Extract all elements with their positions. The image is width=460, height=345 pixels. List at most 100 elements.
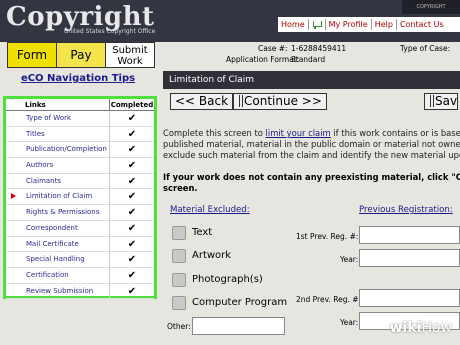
heading-colon: : (449, 205, 453, 215)
first-prev-reg-input[interactable] (359, 226, 460, 244)
photographs-checkbox-label: Photograph(s) (192, 274, 263, 285)
nav-divider (307, 19, 309, 30)
step-submit-work[interactable]: Submit Work (106, 43, 154, 67)
current-page-arrow-icon (11, 193, 18, 200)
text-checkbox[interactable] (172, 226, 186, 240)
link-titles[interactable]: Titles (6, 127, 109, 142)
link-row-type-of-work: Type of Work ✔ (6, 111, 154, 127)
link-correspondent[interactable]: Correspondent (6, 221, 109, 236)
step-pay[interactable]: Pay (57, 43, 106, 67)
checkmark-icon: ✔ (109, 252, 154, 267)
material-excluded-link[interactable]: Material Excluded (170, 205, 247, 215)
case-info: Case #: 1-6288459411 Type of Case: Appli… (200, 44, 460, 68)
button-divider-icon (239, 95, 243, 107)
back-button-label: << Back (175, 94, 229, 108)
button-divider-icon (430, 95, 434, 107)
link-row-limitation-of-claim: Limitation of Claim ✔ (6, 189, 154, 206)
top-nav: Home My Profile Help Contact Us (278, 17, 460, 32)
heading-colon: : (246, 205, 250, 215)
checkmark-icon: ✔ (109, 173, 154, 189)
photographs-checkbox[interactable] (172, 273, 186, 287)
intro-text-part: Complete this screen to (163, 128, 266, 138)
continue-button[interactable]: Continue >> (233, 93, 327, 110)
process-steps: Form Pay Submit Work (7, 42, 155, 68)
checkmark-icon: ✔ (109, 267, 154, 283)
limit-your-claim-link[interactable]: limit your claim (266, 128, 331, 138)
case-number-value: 1-6288459411 (291, 44, 347, 53)
link-row-publication-completion: Publication/Completion ✔ (6, 142, 154, 159)
link-authors[interactable]: Authors (6, 158, 109, 173)
copyright-logo[interactable]: Copyright United States Copyright Office (6, 2, 166, 40)
application-format-label: Application Format: (226, 55, 300, 64)
artwork-checkbox-label: Artwork (192, 250, 232, 261)
site-header: Copyright United States Copyright Office… (0, 0, 460, 42)
continue-button-label: Continue >> (244, 94, 322, 108)
checkmark-icon: ✔ (109, 205, 154, 220)
first-year-input[interactable] (359, 249, 460, 267)
other-label: Other: (167, 322, 191, 331)
link-review-submission[interactable]: Review Submission (6, 284, 109, 299)
intro-line-3: exclude such material from the claim and… (163, 150, 460, 160)
checkmark-icon: ✔ (109, 236, 154, 252)
links-column-header: Links (25, 101, 46, 109)
text-checkbox-label: Text (192, 227, 213, 238)
application-format-value: Standard (291, 55, 326, 64)
save-button[interactable]: Sav (424, 93, 459, 110)
intro-text-part: if this work contains or is based (330, 128, 460, 138)
checkmark-icon: ✔ (109, 158, 154, 173)
link-rights-permissions[interactable]: Rights & Permissions (6, 205, 109, 220)
checkmark-icon: ✔ (109, 220, 154, 236)
link-row-special-handling: Special Handling ✔ (6, 252, 154, 268)
case-number-label: Case #: (258, 44, 288, 53)
link-certification[interactable]: Certification (6, 268, 109, 283)
note-line-2: screen. (163, 183, 198, 193)
first-prev-reg-label: 1st Prev. Reg. #: (296, 232, 359, 241)
second-prev-reg-label: 2nd Prev. Reg. #: (296, 295, 362, 304)
checkmark-icon: ✔ (109, 111, 154, 126)
cart-icon[interactable] (312, 20, 322, 29)
link-type-of-work[interactable]: Type of Work (6, 111, 109, 126)
link-limitation-of-claim[interactable]: Limitation of Claim (6, 189, 109, 204)
step-form[interactable]: Form (8, 43, 57, 67)
previous-registration-link[interactable]: Previous Registration (359, 205, 450, 215)
nav-contact-us-link[interactable]: Contact Us (397, 20, 447, 29)
checkmark-icon: ✔ (109, 283, 154, 299)
save-button-label: Sav (435, 94, 458, 108)
computer-program-checkbox-label: Computer Program (192, 297, 288, 308)
other-input[interactable] (192, 317, 285, 335)
link-row-certification: Certification ✔ (6, 267, 154, 284)
completed-column-header: Completed (109, 99, 154, 110)
link-row-review-submission: Review Submission ✔ (6, 283, 154, 300)
intro-line-2: published material, material in the publ… (163, 139, 460, 149)
link-mail-certificate[interactable]: Mail Certificate (6, 237, 109, 252)
nav-help-link[interactable]: Help (372, 20, 396, 29)
back-button[interactable]: << Back (170, 93, 234, 110)
links-panel: Links Completed Type of Work ✔ Titles ✔ … (3, 96, 157, 300)
link-row-mail-certificate: Mail Certificate ✔ (6, 236, 154, 253)
preexisting-material-note: If your work does not contain any preexi… (163, 172, 460, 194)
link-row-correspondent: Correspondent ✔ (6, 220, 154, 237)
type-of-case-label: Type of Case: (400, 44, 451, 53)
second-year-label: Year: (340, 318, 359, 327)
watermark-wiki: wiki (389, 320, 422, 336)
link-special-handling[interactable]: Special Handling (6, 252, 109, 267)
link-row-titles: Titles ✔ (6, 126, 154, 143)
material-excluded-heading[interactable]: Material Excluded: (170, 205, 250, 215)
link-publication-completion[interactable]: Publication/Completion (6, 142, 109, 157)
link-row-claimants: Claimants ✔ (6, 173, 154, 190)
artwork-checkbox[interactable] (172, 249, 186, 263)
logo-subtitle: United States Copyright Office (64, 28, 156, 35)
previous-registration-heading[interactable]: Previous Registration: (359, 205, 453, 215)
checkmark-icon: ✔ (109, 189, 154, 205)
link-claimants[interactable]: Claimants (6, 174, 109, 189)
corner-tag: COPYRIGHT (402, 0, 460, 14)
nav-home-link[interactable]: Home (278, 20, 308, 29)
computer-program-checkbox[interactable] (172, 296, 186, 310)
checkmark-icon: ✔ (109, 126, 154, 142)
links-panel-header: Links Completed (6, 99, 154, 111)
eco-navigation-tips-link[interactable]: eCO Navigation Tips (10, 73, 146, 84)
nav-my-profile-link[interactable]: My Profile (326, 20, 371, 29)
wikihow-watermark: wikiHow (390, 320, 452, 336)
second-prev-reg-input[interactable] (359, 289, 460, 307)
checkmark-icon: ✔ (109, 142, 154, 158)
